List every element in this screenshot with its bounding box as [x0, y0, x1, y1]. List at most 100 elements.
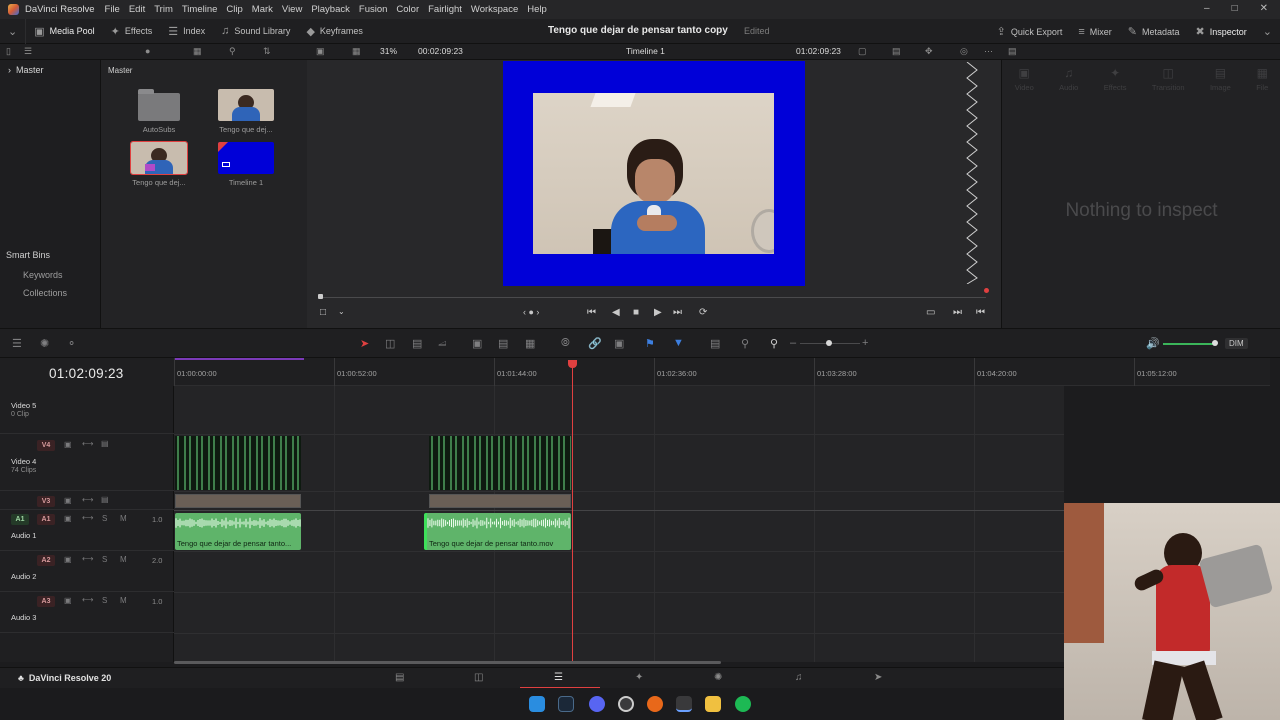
zoom-level[interactable]: 31% — [380, 46, 397, 56]
close-icon[interactable]: ✕ — [1260, 3, 1268, 14]
zoom-full-icon[interactable]: ▤ — [710, 337, 720, 350]
menu-trim[interactable]: Trim — [154, 4, 173, 15]
mute-button[interactable]: M — [120, 555, 127, 564]
snapping-icon[interactable]: ⦾ — [561, 337, 570, 350]
layout-icon[interactable]: ▯ — [6, 46, 11, 57]
inspector-button[interactable]: ✖ Inspector — [1188, 19, 1255, 44]
sound-library-button[interactable]: ♫ Sound Library — [213, 19, 298, 44]
fusion-page-icon[interactable]: ✦ — [635, 672, 643, 683]
timeline-selector[interactable]: Timeline 1 — [626, 46, 665, 56]
menu-timeline[interactable]: Timeline — [182, 4, 218, 15]
menu-mark[interactable]: Mark — [252, 4, 273, 15]
cut-page-icon[interactable]: ◫ — [474, 672, 483, 683]
menu-color[interactable]: Color — [396, 4, 419, 15]
timeline-horizontal-scrollbar[interactable] — [174, 661, 721, 664]
sort-icon[interactable]: ⇅ — [263, 46, 271, 57]
solo-button[interactable]: S — [102, 555, 107, 564]
browser-icon[interactable] — [618, 696, 634, 712]
replace-clip-icon[interactable]: ▦ — [525, 337, 535, 350]
overwrite-clip-icon[interactable]: ▤ — [498, 337, 508, 350]
microphone-icon[interactable]: ⚬ — [67, 337, 76, 350]
media-item-video-clip[interactable]: Tengo que dej... — [216, 89, 276, 134]
inspector-tab-transition[interactable]: ◫ Transition — [1152, 66, 1185, 92]
track-header-audio2[interactable]: A2 ▣ ⟷ S M 2.0 Audio 2 — [0, 552, 174, 592]
source-patch-a1[interactable]: A1 — [11, 514, 29, 525]
track-visibility-icon[interactable]: ▤ — [101, 439, 109, 448]
lock-icon[interactable]: ▣ — [614, 337, 624, 350]
skip-to-end-icon[interactable]: ⏭ — [673, 307, 682, 318]
media-item-timeline[interactable]: Timeline 1 — [216, 142, 276, 187]
spotify-icon[interactable] — [735, 696, 751, 712]
media-pool-button[interactable]: ▣ Media Pool — [26, 19, 102, 44]
track-badge-v4[interactable]: V4 — [37, 440, 55, 451]
track-header-audio1[interactable]: A1 A1 ▣ ⟷ S M 1.0 Audio 1 — [0, 511, 174, 551]
scrub-playhead[interactable] — [984, 288, 989, 293]
menu-file[interactable]: File — [105, 4, 120, 15]
selection-tool-icon[interactable]: ➤ — [360, 337, 369, 350]
track-header-video3[interactable]: V3 ▣ ⟷ ▤ — [0, 492, 174, 510]
inspector-tab-video[interactable]: ▣ Video — [1015, 66, 1034, 92]
scrub-start-handle[interactable] — [318, 294, 323, 299]
speaker-icon[interactable]: 🔊 — [1146, 337, 1160, 350]
match-frame-icon[interactable]: ▭ — [926, 307, 935, 318]
timeline-tracks[interactable]: Tengo que dejar de pensar tanto... Tengo… — [174, 386, 1064, 662]
fx-icon[interactable]: ✺ — [40, 337, 49, 350]
inspector-tab-image[interactable]: ▤ Image — [1210, 66, 1231, 92]
smart-bin-keywords[interactable]: Keywords — [23, 270, 63, 280]
audio-clip-a1[interactable]: Tengo que dejar de pensar tanto.mov — [424, 513, 571, 550]
play-icon[interactable]: ▶ — [654, 307, 662, 318]
menu-playback[interactable]: Playback — [311, 4, 350, 15]
zoom-slider-handle[interactable] — [826, 340, 832, 346]
zoom-detail-icon[interactable]: ⚲ — [741, 337, 749, 350]
mute-button[interactable]: M — [120, 596, 127, 605]
crop-icon[interactable]: □ — [320, 307, 326, 318]
zoom-out-icon[interactable]: – — [790, 337, 796, 349]
menu-clip[interactable]: Clip — [226, 4, 242, 15]
play-reverse-icon[interactable]: ◀ — [612, 307, 620, 318]
stop-icon[interactable]: ■ — [633, 307, 639, 318]
expand-button[interactable]: ⌄ — [1255, 19, 1280, 44]
dot-icon[interactable]: ● — [145, 46, 150, 56]
track-header-video5[interactable]: Video 5 0 Clip — [0, 386, 174, 434]
lock-icon[interactable]: ▣ — [64, 496, 72, 505]
video-clip-v3[interactable] — [429, 494, 571, 508]
more-icon[interactable]: ⋯ — [984, 46, 993, 57]
auto-select-icon[interactable]: ⟷ — [82, 495, 93, 504]
viewer-scrub-bar[interactable] — [320, 297, 986, 298]
menu-fusion[interactable]: Fusion — [359, 4, 388, 15]
mixer-button[interactable]: ≡ Mixer — [1070, 19, 1119, 44]
dim-button[interactable]: DIM — [1225, 338, 1248, 349]
volume-handle[interactable] — [1212, 340, 1218, 346]
firefox-icon[interactable] — [647, 696, 663, 712]
track-badge-a1[interactable]: A1 — [37, 514, 55, 525]
link-icon[interactable]: 🔗 — [588, 337, 602, 350]
jog-icon[interactable]: ‹ ● › — [523, 307, 539, 317]
auto-select-icon[interactable]: ⟷ — [82, 595, 93, 604]
search-icon[interactable]: ⚲ — [229, 46, 236, 57]
lock-icon[interactable]: ▣ — [64, 514, 72, 523]
list-view-icon[interactable]: ☰ — [24, 46, 32, 57]
zoom-in-icon[interactable]: + — [862, 337, 868, 349]
panel-icon[interactable]: ▤ — [1008, 46, 1017, 57]
playback-settings-icon[interactable]: ▢ — [858, 46, 867, 57]
maximize-icon[interactable]: □ — [1232, 3, 1238, 14]
track-badge-v3[interactable]: V3 — [37, 496, 55, 507]
solo-button[interactable]: S — [102, 514, 107, 523]
menu-fairlight[interactable]: Fairlight — [428, 4, 462, 15]
track-header-video4[interactable]: V4 ▣ ⟷ ▤ Video 4 74 Clips — [0, 435, 174, 491]
menu-view[interactable]: View — [282, 4, 302, 15]
loop-icon[interactable]: ⟳ — [699, 307, 707, 318]
inspector-tab-effects[interactable]: ✦ Effects — [1104, 66, 1127, 92]
overlay-icon[interactable]: ◎ — [960, 46, 968, 57]
track-visibility-icon[interactable]: ▤ — [101, 495, 109, 504]
auto-select-icon[interactable]: ⟷ — [82, 554, 93, 563]
inspector-tab-file[interactable]: ▦ File — [1256, 66, 1268, 92]
volume-slider[interactable] — [1163, 343, 1215, 345]
media-item-video-clip-selected[interactable]: Tengo que dej... — [129, 141, 189, 187]
minimize-icon[interactable]: – — [1204, 3, 1210, 14]
inspector-tab-audio[interactable]: ♫ Audio — [1059, 66, 1078, 92]
lock-icon[interactable]: ▣ — [64, 440, 72, 449]
discord-icon[interactable] — [589, 696, 605, 712]
timeline-timecode[interactable]: 01:02:09:23 — [49, 366, 124, 381]
viewer-mode-icon[interactable]: ▣ — [316, 46, 325, 57]
